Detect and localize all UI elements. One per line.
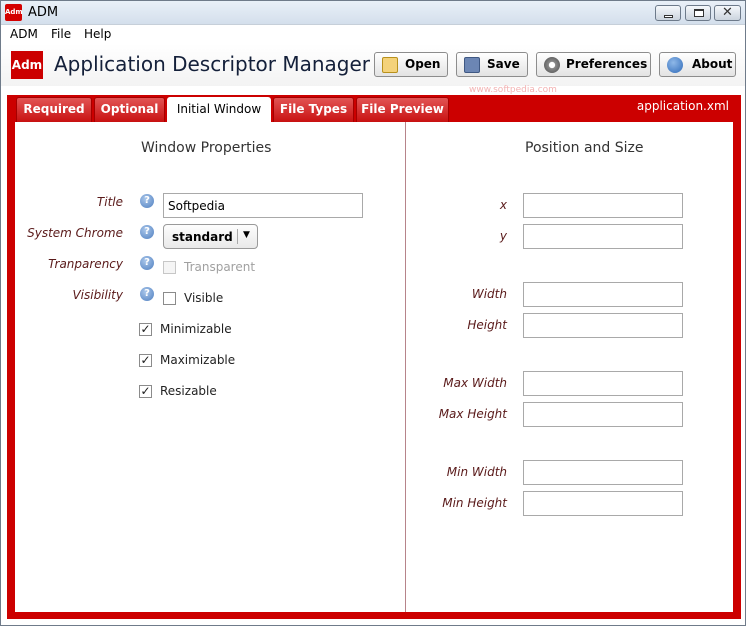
window-properties-heading: Window Properties bbox=[141, 140, 272, 156]
title-label: Title bbox=[96, 195, 123, 209]
save-button[interactable]: Save bbox=[456, 52, 528, 77]
help-icon[interactable]: ? bbox=[140, 287, 154, 301]
min-width-input[interactable] bbox=[523, 460, 683, 485]
preferences-button-label: Preferences bbox=[566, 57, 648, 71]
transparent-checkbox-label: Transparent bbox=[184, 260, 256, 274]
window-title: ADM bbox=[28, 5, 59, 20]
chevron-down-icon: ▼ bbox=[243, 230, 250, 240]
help-icon[interactable]: ? bbox=[140, 225, 154, 239]
minimize-icon bbox=[664, 15, 673, 18]
maximizable-checkbox-label: Maximizable bbox=[160, 353, 236, 367]
x-label: x bbox=[499, 198, 507, 212]
gear-icon bbox=[544, 57, 560, 73]
title-bar: Adm ADM ✕ bbox=[1, 1, 745, 25]
help-icon[interactable]: ? bbox=[140, 194, 154, 208]
menu-help[interactable]: Help bbox=[84, 27, 111, 41]
position-size-heading: Position and Size bbox=[525, 140, 644, 156]
folder-icon bbox=[382, 57, 398, 73]
maximize-icon bbox=[694, 9, 704, 17]
combo-separator bbox=[237, 229, 238, 244]
min-width-label: Min Width bbox=[446, 465, 507, 479]
open-button[interactable]: Open bbox=[374, 52, 448, 77]
menu-file[interactable]: File bbox=[51, 27, 71, 41]
minimize-button[interactable] bbox=[655, 5, 681, 21]
about-button[interactable]: About bbox=[659, 52, 736, 77]
tab-file-types[interactable]: File Types bbox=[273, 97, 354, 122]
minimizable-checkbox[interactable]: ✓ bbox=[139, 323, 152, 336]
watermark: www.softpedia.com bbox=[469, 85, 557, 95]
minimizable-checkbox-label: Minimizable bbox=[160, 322, 232, 336]
system-chrome-label: System Chrome bbox=[27, 226, 123, 240]
transparency-label: Tranparency bbox=[48, 257, 123, 271]
menu-bar: ADM File Help bbox=[1, 25, 745, 44]
title-input[interactable]: Softpedia bbox=[163, 193, 363, 218]
app-icon: Adm bbox=[5, 4, 23, 21]
close-icon: ✕ bbox=[722, 5, 733, 20]
app-title: Application Descriptor Manager bbox=[54, 52, 371, 76]
transparent-checkbox[interactable] bbox=[163, 261, 176, 274]
visible-checkbox-label: Visible bbox=[184, 291, 224, 305]
y-input[interactable] bbox=[523, 224, 683, 249]
tab-file-preview[interactable]: File Preview bbox=[356, 97, 449, 122]
visibility-label: Visibility bbox=[72, 288, 123, 302]
panel-divider bbox=[405, 122, 406, 612]
save-button-label: Save bbox=[487, 57, 520, 71]
width-input[interactable] bbox=[523, 282, 683, 307]
min-height-label: Min Height bbox=[442, 496, 507, 510]
height-label: Height bbox=[467, 318, 507, 332]
width-label: Width bbox=[471, 287, 507, 301]
open-button-label: Open bbox=[405, 57, 441, 71]
max-height-input[interactable] bbox=[523, 402, 683, 427]
menu-adm[interactable]: ADM bbox=[10, 27, 38, 41]
max-width-input[interactable] bbox=[523, 371, 683, 396]
height-input[interactable] bbox=[523, 313, 683, 338]
descriptor-file-name: application.xml bbox=[636, 99, 729, 113]
visible-checkbox[interactable] bbox=[163, 292, 176, 305]
maximizable-checkbox[interactable]: ✓ bbox=[139, 354, 152, 367]
application-window: Adm ADM ✕ ADM File Help Adm Application … bbox=[0, 0, 746, 626]
help-icon[interactable]: ? bbox=[140, 256, 154, 270]
system-chrome-value: standard bbox=[172, 230, 233, 244]
resizable-checkbox-label: Resizable bbox=[160, 384, 217, 398]
x-input[interactable] bbox=[523, 193, 683, 218]
tab-optional[interactable]: Optional bbox=[94, 97, 165, 122]
tab-initial-window[interactable]: Initial Window bbox=[167, 97, 271, 123]
resizable-checkbox[interactable]: ✓ bbox=[139, 385, 152, 398]
close-button[interactable]: ✕ bbox=[714, 5, 741, 21]
about-button-label: About bbox=[692, 57, 733, 71]
y-label: y bbox=[499, 229, 507, 243]
maximize-button[interactable] bbox=[685, 5, 711, 21]
max-height-label: Max Height bbox=[438, 407, 507, 421]
tab-required[interactable]: Required bbox=[16, 97, 92, 122]
max-width-label: Max Width bbox=[443, 376, 507, 390]
adm-logo: Adm bbox=[11, 51, 43, 79]
floppy-disk-icon bbox=[464, 57, 480, 73]
system-chrome-select[interactable]: standard ▼ bbox=[163, 224, 258, 249]
info-icon bbox=[667, 57, 683, 73]
preferences-button[interactable]: Preferences bbox=[536, 52, 651, 77]
min-height-input[interactable] bbox=[523, 491, 683, 516]
